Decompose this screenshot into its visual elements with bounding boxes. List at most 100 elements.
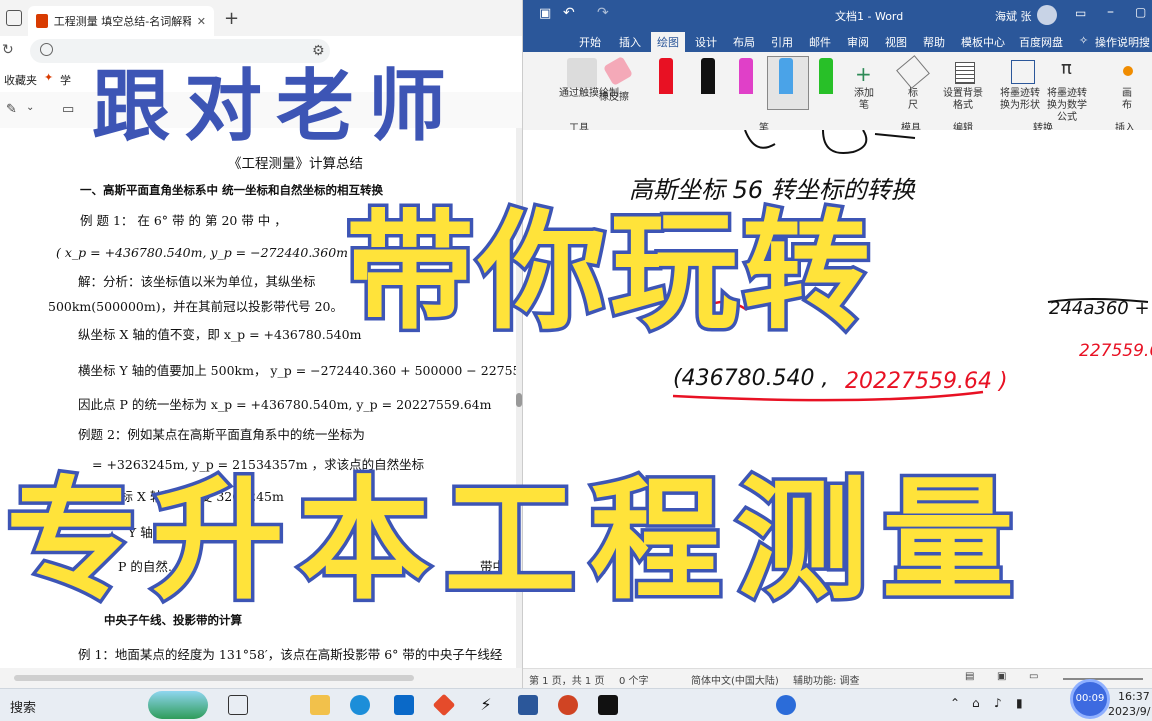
zoom-slider[interactable]: [1063, 678, 1143, 680]
clock-date[interactable]: 2023/9/: [1108, 705, 1150, 718]
highlight-icon[interactable]: ▭: [62, 102, 74, 117]
tab-templates[interactable]: 模板中心: [961, 34, 1005, 50]
tab-pdf-document[interactable]: 工程测量 填空总结-名词解释总结 ✕: [28, 6, 214, 36]
pdf-line: 因此点 P 的统一坐标为 x_p = +436780.540m, y_p = 2…: [78, 397, 492, 412]
capcut-icon[interactable]: [598, 695, 618, 715]
ribbon-tabs: 开始 插入 绘图 设计 布局 引用 邮件 审阅 视图 帮助 模板中心 百度网盘 …: [523, 30, 1152, 52]
pdf-icon: [36, 14, 48, 28]
file-explorer-icon[interactable]: [310, 695, 330, 715]
tab-references[interactable]: 引用: [771, 34, 793, 50]
accessibility-status[interactable]: 辅助功能: 调查: [793, 672, 860, 687]
pdf-line: 横坐标 Y 轴的值要加上 500km， y_p = −272440.360 + …: [78, 363, 523, 378]
eraser-icon[interactable]: [602, 55, 634, 87]
new-tab-button[interactable]: +: [224, 8, 239, 29]
tab-draw[interactable]: 绘图: [651, 32, 685, 52]
mail-icon[interactable]: [394, 695, 414, 715]
word-count[interactable]: 0 个字: [619, 672, 649, 687]
pdf-line: 解：分析：该坐标值以米为单位，其纵坐标: [78, 274, 316, 289]
redo-icon[interactable]: ↷: [597, 5, 609, 21]
ink-to-shape-label: 将墨迹转换为形状: [1000, 88, 1040, 111]
promo-line-2: 带你玩转: [342, 195, 875, 351]
web-layout-icon[interactable]: ▭: [1029, 671, 1038, 682]
ribbon-display-icon[interactable]: ▭: [1075, 6, 1086, 20]
horizontal-scrollbar[interactable]: [14, 675, 414, 681]
ink-calc-b: 227559.6: [1079, 341, 1152, 361]
tab-mailings[interactable]: 邮件: [809, 34, 831, 50]
battery-icon[interactable]: ▮: [1016, 696, 1023, 710]
pdf-line: 500km(500000m)，并在其前冠以投影带代号 20。: [48, 299, 343, 314]
language[interactable]: 简体中文(中国大陆): [691, 672, 779, 687]
tab-review[interactable]: 审阅: [847, 34, 869, 50]
tab-view[interactable]: 视图: [885, 34, 907, 50]
eraser-label: 橡皮擦: [599, 92, 629, 103]
draw-icon[interactable]: ✎: [6, 102, 17, 117]
chevron-down-icon[interactable]: ⌄: [26, 102, 34, 113]
pdf-line: 例 1：地面某点的经度为 131°58′，该点在高斯投影带 6° 带的中央子午线…: [78, 647, 503, 662]
pen-red[interactable]: [659, 58, 673, 94]
favorites-item[interactable]: 收藏夹: [4, 72, 37, 88]
background-format-icon[interactable]: [955, 62, 975, 84]
tab-actions-icon[interactable]: [6, 10, 22, 26]
close-tab-icon[interactable]: ✕: [197, 15, 206, 28]
ruler-label: 标尺: [908, 88, 918, 111]
tab-help[interactable]: 帮助: [923, 34, 945, 50]
recording-timer[interactable]: 00:09: [1070, 679, 1110, 719]
pdf-line: 例 题 1： 在 6° 带 的 第 20 带 中 ，: [80, 213, 287, 228]
tab-insert[interactable]: 插入: [619, 34, 641, 50]
ink-calc-a: 244a360 + 50: [1049, 298, 1152, 319]
ink-to-shape-icon[interactable]: [1011, 60, 1035, 84]
scrollbar-thumb[interactable]: [516, 393, 522, 407]
clock-time[interactable]: 16:37: [1118, 690, 1150, 703]
avatar[interactable]: [1037, 5, 1057, 25]
word-title-bar: ▣ ↶ ↷ 文档1 - Word 海斌 张 ▭ – ▢: [523, 0, 1152, 30]
print-layout-icon[interactable]: ▣: [997, 671, 1006, 682]
save-icon[interactable]: ▣: [539, 6, 551, 21]
powerpoint-icon[interactable]: [558, 695, 578, 715]
lightbulb-icon: ✧: [1079, 34, 1089, 47]
network-icon[interactable]: ⌂: [972, 696, 980, 710]
edge-icon[interactable]: [350, 695, 370, 715]
ink-stroke: [744, 130, 916, 154]
minimize-icon[interactable]: –: [1107, 4, 1114, 20]
app-icon[interactable]: ⚡: [476, 695, 496, 715]
favorites-item[interactable]: 学: [60, 72, 71, 88]
pen-blue[interactable]: [779, 58, 793, 94]
add-pen-icon[interactable]: +: [855, 62, 872, 86]
task-view-icon[interactable]: [228, 695, 248, 715]
tell-me-search[interactable]: 操作说明搜: [1095, 34, 1150, 50]
ink-to-math-icon[interactable]: π: [1061, 58, 1072, 79]
tab-baidu-disk[interactable]: 百度网盘: [1019, 34, 1063, 50]
add-pen-label: 添加笔: [854, 88, 874, 111]
draw-touch-label: 通过触摸绘制: [559, 88, 619, 99]
browser-status-bar: [0, 668, 522, 688]
weather-widget[interactable]: [148, 691, 208, 719]
app-icon[interactable]: [432, 693, 456, 717]
tab-label: 工程测量 填空总结-名词解释总结: [53, 15, 191, 28]
maximize-icon[interactable]: ▢: [1135, 5, 1146, 19]
word-icon[interactable]: [518, 695, 538, 715]
tab-home[interactable]: 开始: [579, 34, 601, 50]
browser-tab-strip: 工程测量 填空总结-名词解释总结 ✕ +: [0, 0, 522, 36]
tab-design[interactable]: 设计: [695, 34, 717, 50]
taskbar: 搜索 ⚡ ⌃ ⌂ ♪ ▮ 00:09 16:37 2023/9/: [0, 679, 1152, 721]
ruler-icon[interactable]: [896, 55, 930, 89]
page-count[interactable]: 第 1 页，共 1 页: [529, 672, 604, 687]
chevron-up-icon[interactable]: ⌃: [950, 696, 960, 710]
user-name: 海斌 张: [995, 10, 1032, 23]
tab-layout[interactable]: 布局: [733, 34, 755, 50]
focus-mode-icon[interactable]: ▤: [965, 671, 974, 682]
volume-icon[interactable]: ♪: [994, 696, 1002, 710]
pen-black[interactable]: [701, 58, 715, 94]
canvas-icon[interactable]: [1123, 66, 1133, 76]
pdf-section-heading: 一、高斯平面直角坐标系中 统一坐标和自然坐标的相互转换: [80, 183, 384, 197]
pen-green[interactable]: [819, 58, 833, 94]
info-icon[interactable]: [40, 43, 53, 56]
promo-line-3: 专升本工程测量: [3, 461, 1028, 622]
pen-pink[interactable]: [739, 58, 753, 94]
refresh-icon[interactable]: ↻: [2, 42, 14, 58]
pdf-line: 纵坐标 X 轴的值不变，即 x_p = +436780.540m: [78, 327, 362, 342]
taskbar-search[interactable]: 搜索: [10, 697, 36, 716]
help-icon[interactable]: [776, 695, 796, 715]
undo-icon[interactable]: ↶: [563, 5, 575, 21]
draw-touch-icon[interactable]: [567, 58, 597, 88]
